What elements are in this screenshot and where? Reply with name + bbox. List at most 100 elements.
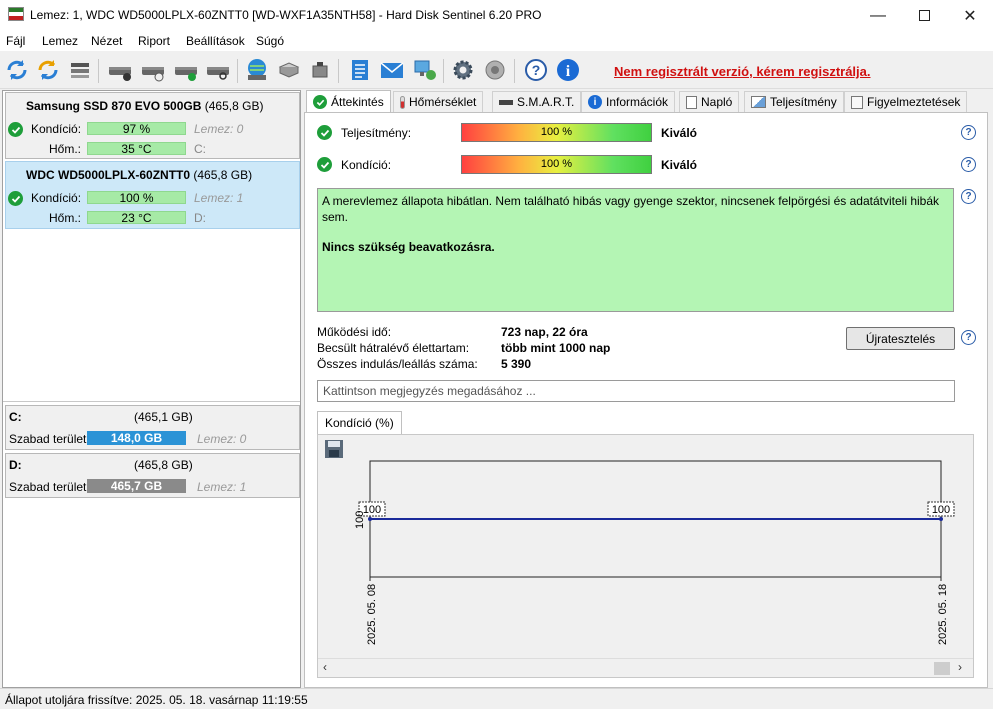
- tab-performance[interactable]: Teljesítmény: [744, 91, 844, 112]
- condition-chart: 100 2025. 05. 08 100 2025. 05. 18 100 ‹ ›: [317, 434, 974, 678]
- chart-plot: 1002025. 05. 081002025. 05. 18100: [354, 460, 955, 645]
- tab-alerts[interactable]: Figyelmeztetések: [844, 91, 968, 112]
- tab-label: Figyelmeztetések: [867, 95, 961, 109]
- data-point: [368, 517, 372, 521]
- report-icon[interactable]: [346, 56, 374, 84]
- panel-divider: [3, 401, 300, 402]
- help-icon[interactable]: ?: [961, 189, 976, 204]
- temperature-bar: 35 °C: [87, 142, 186, 156]
- tab-info[interactable]: i Információk: [581, 91, 676, 112]
- drive-letter: C:: [194, 142, 206, 156]
- tab-smart[interactable]: S.M.A.R.T.: [492, 91, 582, 112]
- free-space-label: Szabad terület: [9, 480, 87, 494]
- disk-ok-icon[interactable]: [172, 56, 200, 84]
- disk-index-label: Lemez: 1: [194, 191, 244, 205]
- usb-disk-icon[interactable]: [306, 56, 334, 84]
- note-input[interactable]: Kattintson megjegyzés megadásához ...: [317, 380, 955, 402]
- disk-list-icon[interactable]: [66, 56, 94, 84]
- condition-rating: Kiváló: [661, 158, 698, 172]
- uptime-label: Működési idő:: [317, 325, 392, 339]
- menu-help[interactable]: Súgó: [256, 34, 284, 48]
- settings-gear-icon[interactable]: [449, 56, 477, 84]
- menu-settings[interactable]: Beállítások: [186, 34, 245, 48]
- retest-button[interactable]: Újratesztelés: [846, 327, 955, 350]
- performance-chart-icon: [751, 96, 766, 108]
- window-title: Lemez: 1, WDC WD5000LPLX-60ZNTT0 [WD-WXF…: [30, 8, 542, 22]
- disk-index-label: Lemez: 0: [194, 122, 244, 136]
- check-ok-icon: [8, 122, 23, 137]
- chart-tab-condition[interactable]: Kondíció (%): [317, 411, 402, 434]
- menu-disk[interactable]: Lemez: [42, 34, 78, 48]
- check-ok-icon: [317, 125, 332, 140]
- status-text: A merevlemez állapota hibátlan. Nem talá…: [322, 194, 940, 224]
- disk-name: Samsung SSD 870 EVO 500GB: [26, 99, 202, 113]
- check-ok-icon: [313, 95, 327, 109]
- minimize-button[interactable]: —: [855, 0, 901, 31]
- close-button[interactable]: ✕: [947, 0, 993, 31]
- menu-bar: Fájl Lemez Nézet Riport Beállítások Súgó: [0, 31, 993, 51]
- partition-drive: D:: [9, 458, 22, 472]
- disk-stack-icon[interactable]: [275, 56, 303, 84]
- tab-label: Napló: [701, 95, 733, 109]
- refresh-all-icon[interactable]: [34, 56, 62, 84]
- disk-search-icon[interactable]: [204, 56, 232, 84]
- refresh-icon[interactable]: [3, 56, 31, 84]
- disk-schedule-icon[interactable]: [139, 56, 167, 84]
- temperature-bar: 23 °C: [87, 211, 186, 225]
- menu-view[interactable]: Nézet: [91, 34, 122, 48]
- tab-label: Áttekintés: [331, 95, 384, 109]
- tab-bar: Áttekintés Hőmérséklet S.M.A.R.T. i Infor…: [304, 90, 988, 113]
- scroll-left-icon[interactable]: ‹: [323, 660, 327, 674]
- condition-label: Kondíció:: [341, 158, 392, 172]
- condition-bar: 100 %: [461, 155, 652, 174]
- check-ok-icon: [317, 157, 332, 172]
- menu-file[interactable]: Fájl: [6, 34, 25, 48]
- help-icon[interactable]: ?: [522, 56, 550, 84]
- tab-overview[interactable]: Áttekintés: [306, 90, 391, 113]
- tab-label: Információk: [606, 95, 669, 109]
- uptime-value: 723 nap, 22 óra: [501, 325, 588, 339]
- partition-item-d[interactable]: D: (465,8 GB) Szabad terület 465,7 GB Le…: [5, 453, 300, 498]
- toolbar-separator: [237, 59, 238, 83]
- performance-bar: 100 %: [461, 123, 652, 142]
- partition-disk-label: Lemez: 0: [197, 432, 247, 446]
- scrollbar-thumb[interactable]: [934, 662, 950, 675]
- partition-size: (465,8 GB): [134, 458, 193, 472]
- partition-drive: C:: [9, 410, 22, 424]
- help-icon[interactable]: ?: [961, 157, 976, 172]
- menu-report[interactable]: Riport: [138, 34, 170, 48]
- disk-item-wdc[interactable]: WDC WD5000LPLX-60ZNTT0 (465,8 GB) Kondíc…: [5, 161, 300, 229]
- sound-icon[interactable]: [481, 56, 509, 84]
- condition-label: Kondíció:: [31, 191, 82, 205]
- title-bar: Lemez: 1, WDC WD5000LPLX-60ZNTT0 [WD-WXF…: [0, 0, 993, 31]
- overview-panel: Teljesítmény: 100 % Kiváló ? Kondíció: 1…: [304, 112, 988, 688]
- email-icon[interactable]: [378, 56, 406, 84]
- help-icon[interactable]: ?: [961, 125, 976, 140]
- tab-temperature[interactable]: Hőmérséklet: [393, 91, 484, 112]
- disk-surface-test-icon[interactable]: [106, 56, 134, 84]
- chart-scrollbar[interactable]: ‹ ›: [318, 658, 973, 677]
- tab-label: S.M.A.R.T.: [517, 95, 575, 109]
- scroll-right-icon[interactable]: ›: [958, 660, 962, 674]
- remaining-life-label: Becsült hátralévő élettartam:: [317, 341, 470, 355]
- status-description: A merevlemez állapota hibátlan. Nem talá…: [317, 188, 954, 312]
- partition-item-c[interactable]: C: (465,1 GB) Szabad terület 148,0 GB Le…: [5, 405, 300, 450]
- unregistered-link[interactable]: Nem regisztrált verzió, kérem regisztrál…: [614, 64, 871, 79]
- help-icon[interactable]: ?: [961, 330, 976, 345]
- free-space-bar: 148,0 GB: [87, 431, 186, 445]
- temperature-label: Hőm.:: [49, 142, 82, 156]
- network-disk-icon[interactable]: [243, 56, 271, 84]
- disk-item-samsung[interactable]: Samsung SSD 870 EVO 500GB (465,8 GB) Kon…: [5, 92, 300, 159]
- y-tick-label: 100: [354, 511, 366, 529]
- partition-size: (465,1 GB): [134, 410, 193, 424]
- condition-label: Kondíció:: [31, 122, 82, 136]
- alerts-icon: [851, 95, 863, 109]
- network-send-icon[interactable]: [410, 56, 438, 84]
- free-space-bar: 465,7 GB: [87, 479, 186, 493]
- info-icon[interactable]: i: [554, 56, 582, 84]
- disk-size: (465,8 GB): [204, 99, 264, 113]
- tab-label: Teljesítmény: [770, 95, 837, 109]
- tab-log[interactable]: Napló: [679, 91, 740, 112]
- maximize-button[interactable]: [901, 0, 947, 31]
- disk-size: (465,8 GB): [193, 168, 253, 182]
